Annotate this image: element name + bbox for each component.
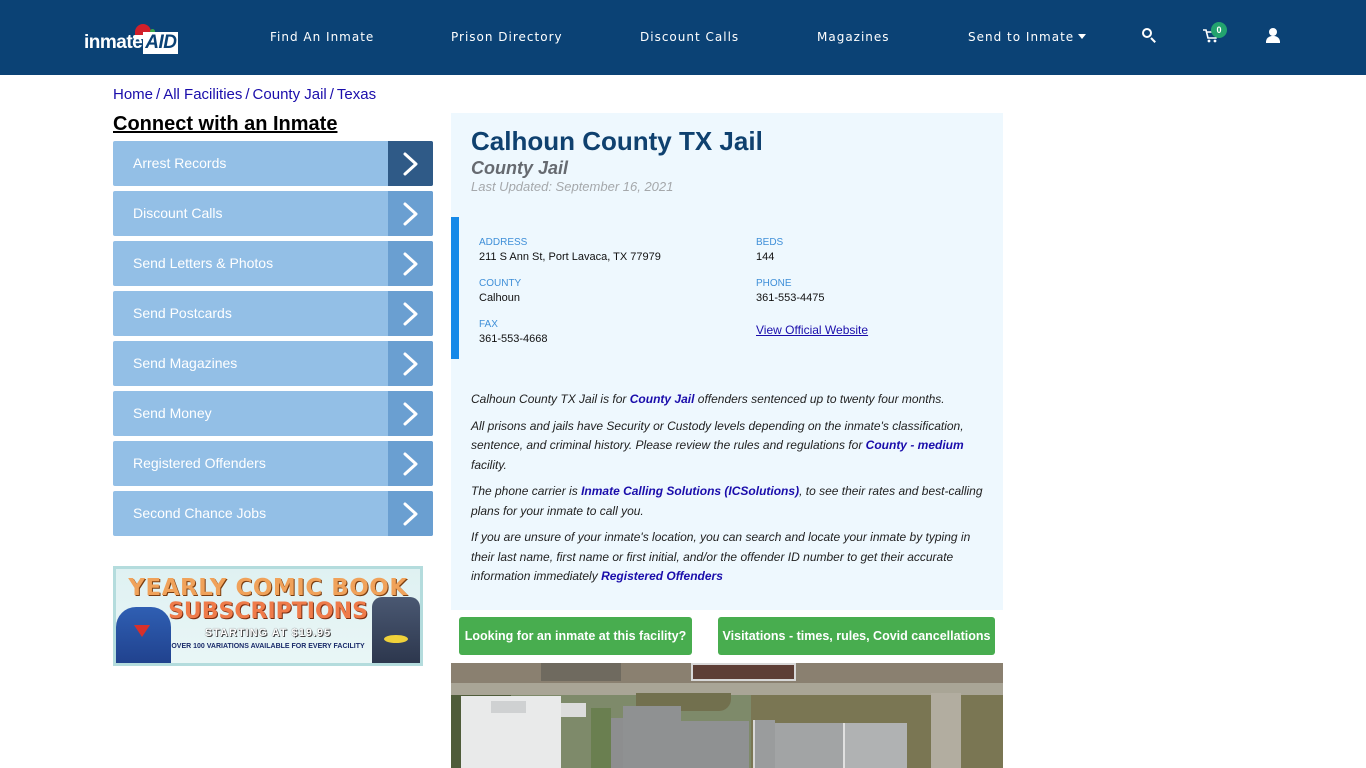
sidebar-item-send-money[interactable]: Send Money (113, 391, 433, 436)
fax-value: 361-553-4668 (479, 333, 548, 345)
breadcrumb-county-jail[interactable]: County Jail (253, 86, 327, 103)
facility-description: Calhoun County TX Jail is for County Jai… (471, 390, 986, 594)
text: The phone carrier is (471, 484, 582, 498)
breadcrumb-separator: / (156, 86, 161, 103)
facility-title: Calhoun County TX Jail (471, 126, 763, 156)
ad-headline: YEARLY COMIC BOOK (128, 575, 408, 601)
address-label: ADDRESS (479, 237, 528, 248)
description-paragraph: Calhoun County TX Jail is for County Jai… (471, 390, 986, 410)
info-accent-bar (451, 217, 459, 359)
beds-field: BEDS 144 (756, 237, 783, 265)
nav-discount-calls[interactable]: Discount Calls (640, 30, 739, 44)
address-field: ADDRESS 211 S Ann St, Port Lavaca, TX 77… (479, 237, 661, 265)
nav-prison-directory[interactable]: Prison Directory (451, 30, 563, 44)
chevron-right-icon (388, 441, 433, 486)
view-official-website-link[interactable]: View Official Website (756, 323, 868, 337)
description-paragraph: The phone carrier is Inmate Calling Solu… (471, 482, 986, 521)
county-field: COUNTY Calhoun (479, 278, 521, 306)
text: offenders sentenced up to twenty four mo… (694, 392, 945, 406)
ad-headline-2: SUBSCRIPTIONS (168, 599, 368, 624)
top-navbar: inmate AID Find An Inmate Prison Director… (0, 0, 1366, 75)
sidebar-item-second-chance-jobs[interactable]: Second Chance Jobs (113, 491, 433, 536)
sidebar-item-label: Send Magazines (133, 355, 238, 371)
inmateaid-logo[interactable]: inmate AID (84, 20, 184, 60)
chevron-right-icon (388, 491, 433, 536)
facility-type: County Jail (471, 158, 569, 178)
breadcrumb-texas[interactable]: Texas (337, 86, 376, 103)
beds-label: BEDS (756, 237, 784, 248)
logo-text: inmate AID (84, 32, 179, 54)
website-field: View Official Website (756, 321, 868, 339)
ad-tagline: OVER 100 VARIATIONS AVAILABLE FOR EVERY … (171, 643, 365, 650)
ad-price: STARTING AT $19.95 (204, 627, 332, 639)
sidebar-item-label: Registered Offenders (133, 455, 266, 471)
logo-accent: AID (143, 32, 179, 54)
breadcrumb-all-facilities[interactable]: All Facilities (163, 86, 242, 103)
description-paragraph: If you are unsure of your inmate's locat… (471, 528, 986, 587)
user-icon[interactable] (1266, 28, 1280, 44)
phone-label: PHONE (756, 278, 792, 289)
sidebar-item-discount-calls[interactable]: Discount Calls (113, 191, 433, 236)
description-paragraph: All prisons and jails have Security or C… (471, 417, 986, 476)
text: Calhoun County TX Jail is for (471, 392, 630, 406)
registered-offenders-link[interactable]: Registered Offenders (601, 569, 723, 583)
sidebar-menu: Arrest Records Discount Calls Send Letters… (113, 141, 433, 541)
visitations-button[interactable]: Visitations - times, rules, Covid cancel… (718, 617, 995, 655)
county-jail-link[interactable]: County Jail (630, 392, 695, 406)
chevron-right-icon (388, 391, 433, 436)
chevron-right-icon (388, 191, 433, 236)
sidebar-item-arrest-records[interactable]: Arrest Records (113, 141, 433, 186)
facility-card: Calhoun County TX Jail County Jail Last … (451, 113, 1003, 610)
sidebar-item-label: Send Postcards (133, 305, 232, 321)
chevron-right-icon (388, 141, 433, 186)
text: facility. (471, 457, 507, 472)
last-updated: Last Updated: September 16, 2021 (471, 179, 674, 194)
phone-field: PHONE 361-553-4475 (756, 278, 825, 306)
fax-label: FAX (479, 319, 498, 330)
comic-book-subscription-ad[interactable]: YEARLY COMIC BOOK SUBSCRIPTIONS STARTING… (113, 566, 423, 666)
breadcrumb-separator: / (245, 86, 250, 103)
sidebar-item-send-letters-and-photos[interactable]: Send Letters & Photos (113, 241, 433, 286)
sidebar-item-label: Arrest Records (133, 155, 227, 171)
county-label: COUNTY (479, 278, 522, 289)
breadcrumb: Home / All Facilities / County Jail / Texas (113, 86, 376, 103)
facility-info-box: ADDRESS 211 S Ann St, Port Lavaca, TX 77… (451, 217, 1003, 359)
nav-magazines[interactable]: Magazines (817, 30, 890, 44)
nav-send-to-inmate[interactable]: Send to Inmate (968, 30, 1087, 44)
chevron-right-icon (388, 291, 433, 336)
nav-find-an-inmate[interactable]: Find An Inmate (270, 30, 374, 44)
beds-value: 144 (756, 251, 775, 263)
breadcrumb-separator: / (329, 86, 334, 103)
search-icon[interactable] (1142, 28, 1156, 43)
address-value: 211 S Ann St, Port Lavaca, TX 77979 (479, 251, 661, 263)
sidebar-item-label: Discount Calls (133, 205, 223, 221)
icsolutions-link[interactable]: Inmate Calling Solutions (ICSolutions) (581, 484, 799, 498)
sidebar-item-label: Send Letters & Photos (133, 255, 274, 271)
fax-field: FAX 361-553-4668 (479, 319, 548, 347)
cart-count-badge: 0 (1211, 22, 1227, 38)
county-medium-link[interactable]: County - medium (866, 438, 964, 452)
find-inmate-at-facility-button[interactable]: Looking for an inmate at this facility? (459, 617, 692, 655)
sidebar-item-registered-offenders[interactable]: Registered Offenders (113, 441, 433, 486)
sidebar-title: Connect with an Inmate (113, 113, 338, 135)
breadcrumb-home[interactable]: Home (113, 86, 153, 103)
sidebar-item-label: Second Chance Jobs (133, 505, 267, 521)
sidebar-item-send-magazines[interactable]: Send Magazines (113, 341, 433, 386)
logo-word: inmate (84, 32, 143, 53)
sidebar-item-label: Send Money (133, 405, 212, 421)
sidebar-item-send-postcards[interactable]: Send Postcards (113, 291, 433, 336)
facility-aerial-photo (451, 663, 1003, 768)
county-value: Calhoun (479, 292, 520, 304)
chevron-right-icon (388, 341, 433, 386)
nav-send-to-inmate-label: Send to Inmate (968, 30, 1075, 44)
caret-down-icon (1078, 34, 1087, 39)
phone-value: 361-553-4475 (756, 292, 825, 304)
chevron-right-icon (388, 241, 433, 286)
